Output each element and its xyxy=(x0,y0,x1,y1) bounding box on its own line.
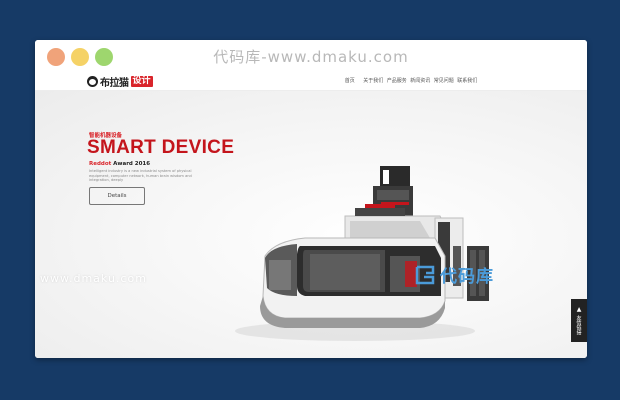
award-brand: Reddot xyxy=(89,161,112,167)
nav-item-about[interactable]: 关于我们 xyxy=(362,77,386,84)
arrow-up-icon: ▲ xyxy=(575,306,583,313)
watermark-bottom-left: www.dmaku.com xyxy=(40,272,147,285)
main-nav: 首页 关于我们 产品服务 新闻资讯 常见问题 联系我们 xyxy=(338,77,479,84)
browser-window: 代码库-www.dmaku.com 布拉猫 设计 首页 关于我们 产品服务 新闻… xyxy=(35,40,587,358)
watermark-brand-text: 代码库 xyxy=(440,267,494,287)
site-logo[interactable]: 布拉猫 设计 xyxy=(87,75,153,89)
nav-item-news[interactable]: 新闻资讯 xyxy=(409,77,433,84)
nav-item-contact[interactable]: 联系我们 xyxy=(456,77,480,84)
friend-links-tab[interactable]: ▲ 友情链接 xyxy=(571,299,587,342)
hero-description: Intelligent industry is a new industrial… xyxy=(89,169,192,183)
nav-item-home[interactable]: 首页 xyxy=(338,77,362,84)
hero-headline: SMART DEVICE xyxy=(87,137,235,158)
nav-item-faq[interactable]: 常见问题 xyxy=(432,77,456,84)
panda-logo-icon xyxy=(87,75,98,87)
nav-item-products[interactable]: 产品服务 xyxy=(385,77,409,84)
machine-image xyxy=(235,166,489,341)
hero-award: Reddot Award 2016 xyxy=(89,161,150,167)
site-header: 布拉猫 设计 首页 关于我们 产品服务 新闻资讯 常见问题 联系我们 xyxy=(35,72,587,91)
details-button[interactable]: Details xyxy=(89,187,145,205)
award-year: Award 2016 xyxy=(111,161,151,167)
hero-banner: 智能机器设备 SMART DEVICE Reddot Award 2016 In… xyxy=(35,91,587,358)
watermark-top: 代码库-www.dmaku.com xyxy=(213,48,409,66)
logo-badge: 设计 xyxy=(130,75,153,87)
friend-links-label: 友情链接 xyxy=(575,315,582,335)
watermark-bottom-right: 代码库 xyxy=(414,262,494,287)
logo-text: 布拉猫 xyxy=(100,77,129,89)
window-chrome: 代码库-www.dmaku.com xyxy=(35,40,587,72)
dmaku-logo-icon xyxy=(415,265,435,284)
